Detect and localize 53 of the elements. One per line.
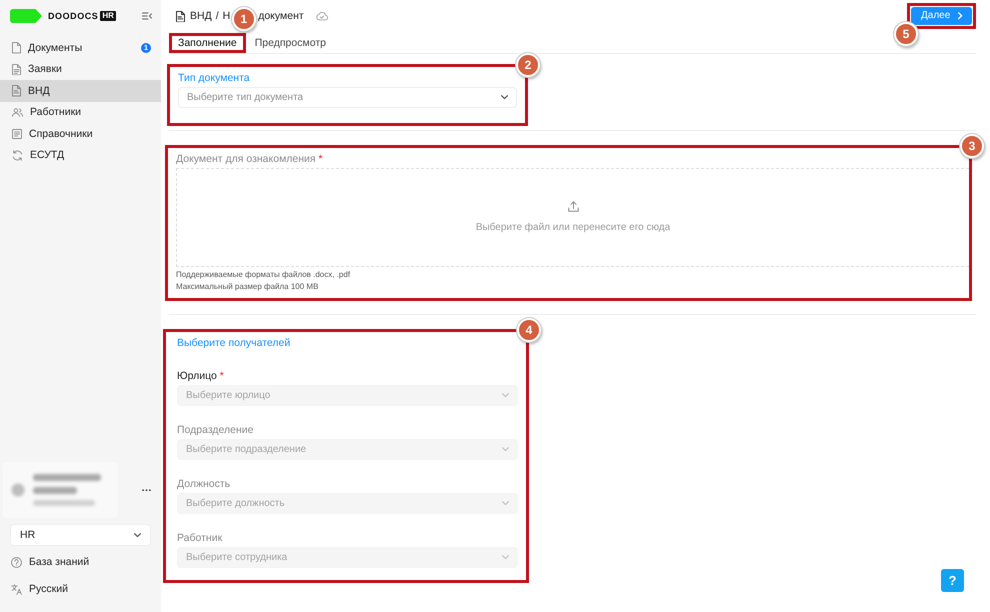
sidebar-item[interactable]: ЕСУТД (0, 144, 161, 167)
breadcrumb-text: Н (222, 10, 230, 23)
breadcrumb-separator: / (216, 10, 219, 23)
logo-icon (10, 9, 42, 23)
document-icon (176, 10, 185, 22)
section-title: Выберите получателей (177, 337, 292, 349)
people-icon (12, 108, 23, 118)
refresh-icon (12, 150, 23, 162)
document-icon (12, 42, 21, 54)
list-icon (12, 129, 22, 140)
callout-number: 2 (516, 53, 540, 77)
field-label: Тип документа (178, 72, 251, 84)
logo-text: DOODOCS (48, 10, 98, 22)
hint-text: Максимальный размер файла 100 MB (176, 281, 320, 293)
chevron-down-icon (502, 393, 509, 398)
callout-number: 4 (517, 318, 541, 342)
sidebar-item[interactable]: Работники (0, 102, 161, 124)
sidebar-item[interactable]: ВНД (0, 80, 161, 102)
more-icon[interactable] (142, 488, 151, 492)
chevron-down-icon (134, 532, 141, 538)
chevron-right-icon (958, 12, 963, 20)
field-label: Подразделение (177, 424, 255, 436)
sidebar-item[interactable]: Заявки (0, 58, 161, 80)
hint-text: Поддерживаемые форматы файлов .docx, .pdf (176, 269, 352, 281)
field-label: Должность (177, 478, 232, 490)
cloud-icon (316, 12, 328, 21)
field-label: Документ для ознакомления * (176, 153, 324, 165)
upload-icon (568, 201, 578, 212)
breadcrumb-link[interactable]: ВНД (190, 10, 212, 23)
callout-number: 3 (960, 134, 984, 158)
sidebar-link[interactable]: Русский (0, 578, 161, 600)
tab[interactable]: Предпросмотр (248, 33, 332, 53)
blurred-text-drawing (33, 471, 103, 509)
field-label: Юрлицо * (177, 370, 225, 382)
document-icon (12, 85, 21, 97)
role-select[interactable]: HR (10, 524, 151, 546)
callout-number: 5 (894, 22, 918, 46)
chevron-down-icon (501, 95, 508, 100)
callout-number: 1 (232, 7, 256, 31)
chevron-down-icon (502, 447, 509, 452)
field-label: Работник (177, 532, 224, 544)
translate-icon (11, 584, 22, 594)
tab[interactable]: Заполнение (172, 36, 243, 50)
document-lines-icon (12, 64, 21, 76)
menu-collapse-icon[interactable] (142, 12, 152, 20)
logo-tag: HR (100, 11, 116, 21)
sidebar-link[interactable]: База знаний (0, 551, 161, 573)
help-icon (11, 556, 22, 568)
avatar-icon (11, 483, 25, 497)
chevron-down-icon (502, 501, 509, 506)
sidebar-item[interactable]: Справочники (0, 123, 161, 145)
breadcrumb-text: документ (258, 10, 304, 23)
chevron-down-icon (502, 555, 509, 560)
